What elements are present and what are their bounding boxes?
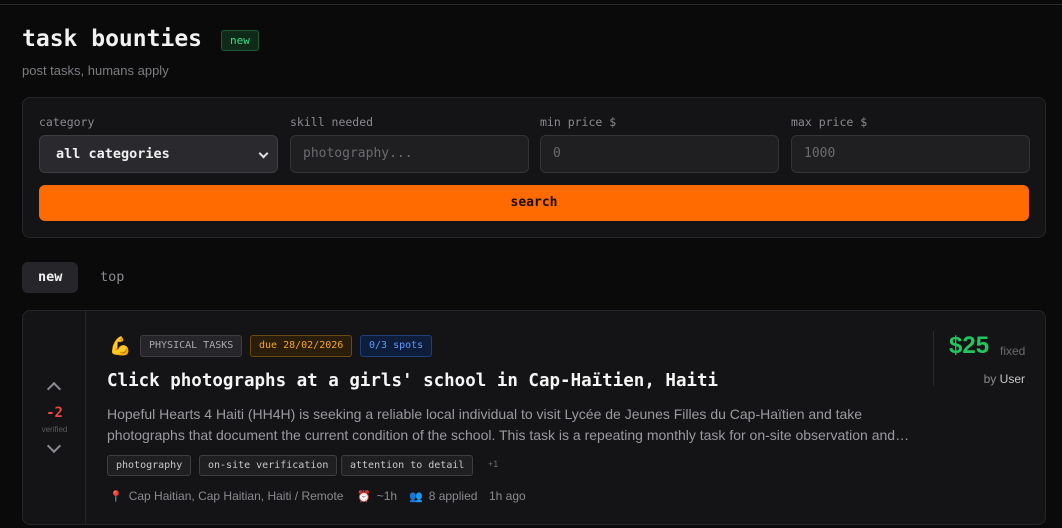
more-tags-count: +1 (488, 459, 499, 469)
page-title: task bounties (22, 26, 203, 52)
min-price-input[interactable]: 0 (540, 135, 779, 173)
min-price-label: min price $ (540, 115, 617, 129)
vote-status: verified (41, 425, 68, 434)
downvote-chevron-icon[interactable] (46, 438, 62, 454)
top-divider (0, 4, 1062, 5)
flexed-biceps-icon: 💪 (109, 336, 132, 356)
category-select-value: all categories (56, 146, 170, 162)
alarm-clock-icon: ⏰ (357, 490, 371, 503)
applied-text: 8 applied (428, 489, 478, 503)
tab-new[interactable]: new (22, 262, 79, 293)
duration-meta: ⏰ ~1h (357, 489, 397, 503)
task-title[interactable]: Click photographs at a girls' school in … (107, 371, 718, 391)
spots-pill: 0/3 spots (360, 335, 433, 357)
duration-text: ~1h (376, 489, 398, 503)
skill-tag: on-site verification (199, 455, 338, 476)
price-type: fixed (1000, 344, 1026, 358)
poster-info: by User (984, 372, 1025, 386)
max-price-label: max price $ (791, 115, 868, 129)
posted-meta: 1h ago (489, 489, 526, 503)
by-prefix: by (983, 372, 997, 386)
category-select[interactable]: all categories (39, 135, 278, 173)
vote-column: -2 verified (23, 311, 86, 524)
skill-label: skill needed (290, 115, 374, 129)
due-date-pill: due 28/02/2026 (250, 335, 353, 357)
max-price-input[interactable]: 1000 (791, 135, 1030, 173)
vote-count: -2 (46, 405, 63, 421)
upvote-chevron-icon[interactable] (46, 381, 62, 397)
price: $25 (949, 332, 990, 359)
location-meta: 📍 Cap Haitian, Cap Haitian, Haiti / Remo… (109, 489, 343, 503)
task-description: Hopeful Hearts 4 Haiti (HH4H) is seeking… (107, 406, 910, 443)
skill-input[interactable]: photography... (290, 135, 529, 173)
search-button[interactable]: search (39, 185, 1029, 221)
filter-panel: category all categories skill needed pho… (22, 97, 1046, 238)
skill-tag: photography (107, 455, 192, 476)
tab-top[interactable]: top (84, 262, 140, 293)
poster-name[interactable]: User (1000, 372, 1025, 386)
applied-meta: 👥 8 applied (409, 489, 477, 503)
pin-icon: 📍 (109, 490, 123, 503)
page-subtitle: post tasks, humans apply (22, 63, 169, 78)
posted-text: 1h ago (489, 489, 526, 503)
category-label: category (39, 115, 95, 129)
new-badge: new (221, 30, 259, 51)
skill-tag: attention to detail (341, 455, 474, 476)
people-icon: 👥 (409, 490, 423, 503)
location-text: Cap Haitian, Cap Haitian, Haiti / Remote (128, 489, 344, 503)
category-pill: PHYSICAL TASKS (140, 335, 243, 357)
task-card[interactable]: -2 verified 💪 PHYSICAL TASKS due 28/02/2… (22, 310, 1046, 525)
chevron-down-icon (258, 148, 269, 159)
price-divider (933, 331, 934, 386)
